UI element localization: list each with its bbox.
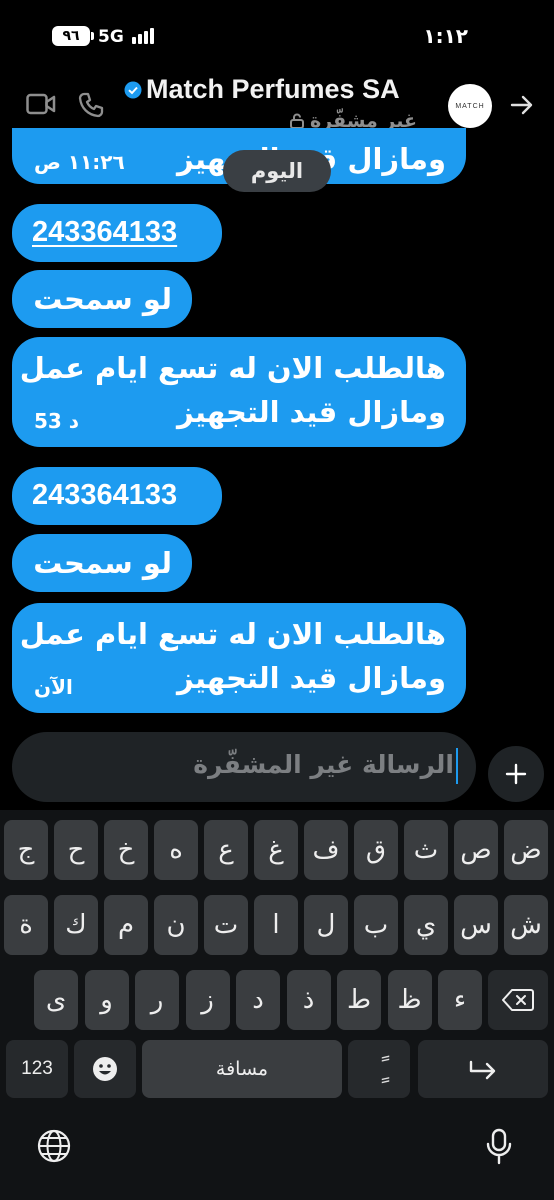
key[interactable]: ق (354, 820, 398, 880)
key[interactable]: ظ (387, 970, 432, 1030)
key[interactable]: م (104, 895, 148, 955)
video-call-icon[interactable] (26, 92, 56, 116)
key[interactable]: ع (204, 820, 248, 880)
message-input[interactable]: الرسالة غير المشفّرة (12, 732, 476, 802)
key[interactable]: ض (504, 820, 548, 880)
key[interactable]: ي (404, 895, 448, 955)
network-type: 5G (98, 27, 124, 47)
text-caret (456, 748, 458, 784)
key[interactable]: ه (154, 820, 198, 880)
message-text: لو سمحت (33, 282, 172, 316)
emoji-icon (93, 1057, 117, 1081)
key[interactable]: غ (254, 820, 298, 880)
verified-badge-icon (124, 81, 142, 99)
message-bubble[interactable]: هالطلب الان له تسع ايام عمل ومازال قيد ا… (12, 603, 466, 713)
message-bubble[interactable]: 243364133 (12, 467, 222, 525)
unlock-icon (290, 113, 304, 129)
signal-icon (132, 28, 154, 44)
key[interactable]: ء (438, 970, 482, 1030)
enter-arrow-icon (469, 1060, 496, 1080)
day-separator: اليوم (223, 150, 331, 192)
key[interactable]: ط (337, 970, 381, 1030)
backspace-key[interactable] (488, 970, 548, 1030)
key[interactable]: ن (154, 895, 198, 955)
key[interactable]: و (84, 970, 129, 1030)
chat-title[interactable]: Match Perfumes SA (146, 74, 400, 105)
emoji-key[interactable] (74, 1040, 136, 1098)
avatar[interactable]: MATCH (448, 84, 492, 128)
message-time: ١١:٢٦ ص (34, 150, 125, 174)
key[interactable]: ا (254, 895, 298, 955)
message-text: لو سمحت (33, 546, 172, 580)
key[interactable]: ف (304, 820, 348, 880)
key[interactable]: ش (504, 895, 548, 955)
key[interactable]: ك (54, 895, 98, 955)
order-number-link[interactable]: 243364133 (32, 216, 177, 249)
key[interactable]: ب (354, 895, 398, 955)
battery-indicator: ٩٦ (52, 26, 94, 46)
key[interactable]: ث (404, 820, 448, 880)
key[interactable]: ة (4, 895, 48, 955)
space-key[interactable]: مسافة (142, 1040, 342, 1098)
message-time: الآن (34, 675, 73, 699)
backspace-icon (502, 989, 534, 1011)
order-number: 243364133 (32, 479, 178, 511)
globe-icon[interactable] (36, 1128, 72, 1164)
key[interactable]: س (454, 895, 498, 955)
key[interactable]: ج (4, 820, 48, 880)
message-bubble[interactable]: هالطلب الان له تسع ايام عمل ومازال قيد ا… (12, 337, 466, 447)
enter-key[interactable] (418, 1040, 548, 1098)
key[interactable]: ى (34, 970, 78, 1030)
key[interactable]: ت (204, 895, 248, 955)
message-input-placeholder: الرسالة غير المشفّرة (193, 750, 454, 779)
key[interactable]: ذ (286, 970, 331, 1030)
message-text: هالطلب الان له تسع ايام عمل (19, 617, 446, 651)
message-text: ومازال قيد التجهيز (176, 661, 446, 695)
chat-header: Match Perfumes SA غير مشفّرة MATCH (0, 72, 554, 136)
key[interactable]: ل (304, 895, 348, 955)
message-bubble[interactable]: لو سمحت (12, 270, 192, 328)
message-bubble[interactable]: لو سمحت (12, 534, 192, 592)
diacritics-key[interactable]: ًٍ (348, 1040, 410, 1098)
key[interactable]: خ (104, 820, 148, 880)
numbers-key[interactable]: 123 (6, 1040, 68, 1098)
status-time: ١:١٢ (423, 24, 468, 48)
keyboard: ضصثقفغعهخحج شسيبلاتنمكة ءظطذدزروى 123 مس… (0, 810, 554, 1200)
phone-call-icon[interactable] (78, 92, 104, 118)
key[interactable]: د (236, 970, 280, 1030)
key[interactable]: ز (185, 970, 230, 1030)
message-text: ومازال قيد التجهيز (176, 395, 446, 429)
key[interactable]: ر (135, 970, 179, 1030)
add-attachment-button[interactable] (488, 746, 544, 802)
microphone-icon[interactable] (484, 1128, 514, 1166)
back-arrow-icon[interactable] (510, 94, 534, 116)
status-bar: ٩٦ 5G ١:١٢ (0, 0, 554, 72)
message-time: 53 د (34, 409, 80, 433)
message-text: هالطلب الان له تسع ايام عمل (19, 351, 446, 385)
plus-icon (505, 763, 527, 785)
key[interactable]: ص (454, 820, 498, 880)
key[interactable]: ح (54, 820, 98, 880)
message-bubble[interactable]: 243364133 (12, 204, 222, 262)
